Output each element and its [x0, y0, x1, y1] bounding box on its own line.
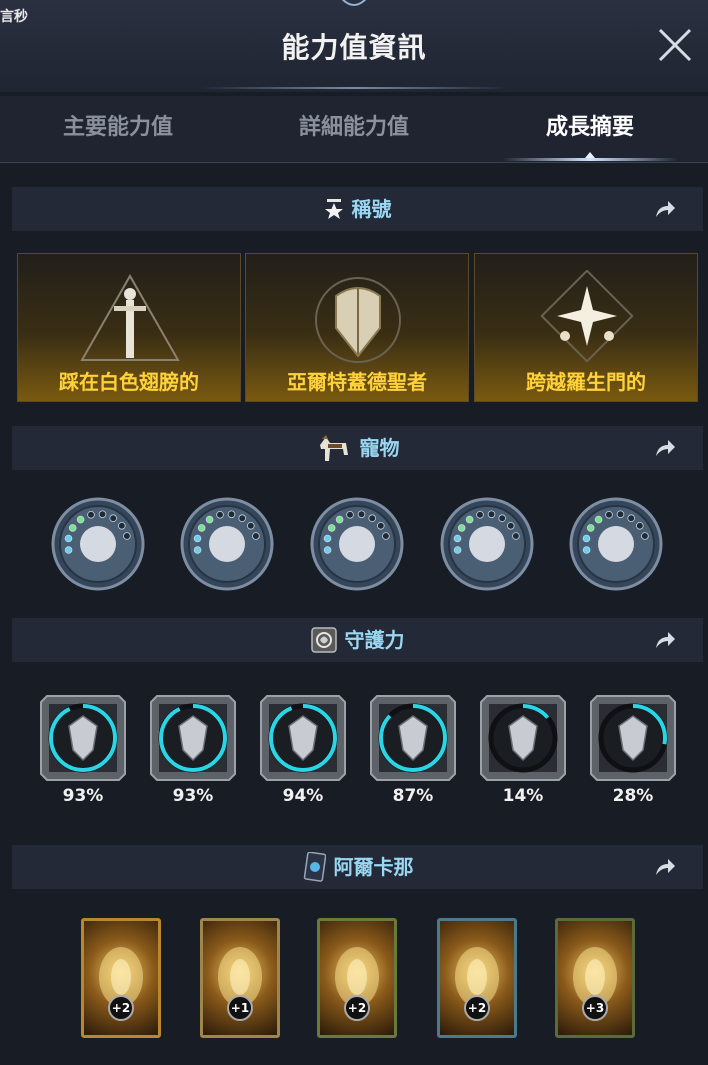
ring-card-icon[interactable]: +3: [555, 918, 635, 1038]
card-level-badge: +2: [344, 995, 370, 1021]
crest-shield-icon: [40, 695, 126, 781]
pet-slot[interactable]: [569, 497, 663, 591]
section-title: 寵物: [359, 436, 400, 460]
corner-label: 言秒: [0, 9, 28, 25]
mask-emblem-icon: [51, 497, 145, 591]
tab-detailed-stats[interactable]: 詳細能力值: [236, 96, 472, 160]
guardian-emblem-icon: [310, 626, 337, 653]
title-name: 亞爾特蓋德聖者: [287, 370, 427, 394]
title-card[interactable]: 亞爾特蓋德聖者: [245, 253, 469, 402]
scroll-card-icon[interactable]: +1: [200, 918, 280, 1038]
winged-blade-icon: [150, 695, 236, 781]
pet-slot[interactable]: [51, 497, 145, 591]
bell-card-icon[interactable]: +2: [437, 918, 517, 1038]
arcana-card-icon: [303, 851, 326, 882]
tab-label: 主要能力值: [62, 115, 173, 140]
tab-bar: 主要能力值 詳細能力值 成長摘要: [0, 96, 708, 163]
header-divider: [200, 87, 508, 89]
tab-label: 成長摘要: [545, 115, 634, 140]
section-header-guardian: 守護力: [12, 618, 703, 662]
flower-emblem-icon: [569, 497, 663, 591]
card-level-badge: +3: [582, 995, 608, 1021]
guardian-percent: 93%: [172, 786, 214, 806]
title-name: 踩在白色翅膀的: [59, 370, 199, 394]
window-header: 言秒 能力值資訊: [0, 0, 708, 92]
spiral-emblem-icon: [440, 497, 534, 591]
title-name: 跨越羅生門的: [526, 370, 646, 394]
hourglass-crest-icon: [260, 695, 346, 781]
title-card[interactable]: 踩在白色翅膀的: [17, 253, 241, 402]
card-level-badge: +2: [464, 995, 490, 1021]
guardian-slot[interactable]: [147, 692, 239, 784]
guardian-slot[interactable]: [257, 692, 349, 784]
guardian-percent: 87%: [392, 786, 434, 806]
section-header-titles: 稱號: [12, 187, 703, 231]
title-card[interactable]: 跨越羅生門的: [474, 253, 698, 402]
four-star-icon: [540, 270, 634, 363]
card-level-badge: +1: [227, 995, 253, 1021]
wolf-emblem-icon: [180, 497, 274, 591]
share-arrow-icon[interactable]: [653, 628, 677, 652]
section-title: 阿爾卡那: [333, 855, 414, 879]
shield-crest-icon: [315, 277, 401, 363]
guardian-slot[interactable]: [477, 692, 569, 784]
section-header-pets: 寵物: [12, 426, 703, 470]
guardian-percent: 14%: [502, 786, 544, 806]
guardian-slot[interactable]: [367, 692, 459, 784]
guardian-percent: 28%: [612, 786, 654, 806]
share-arrow-icon[interactable]: [653, 855, 677, 879]
section-title: 守護力: [344, 628, 405, 652]
active-tab-indicator: [502, 158, 678, 161]
tab-label: 詳細能力值: [298, 115, 409, 140]
sword-triangle-icon: [80, 273, 180, 361]
share-arrow-icon[interactable]: [653, 436, 677, 460]
star-badge-icon: [324, 198, 343, 219]
chalice-card-icon[interactable]: +2: [81, 918, 161, 1038]
section-header-arcana: 阿爾卡那: [12, 845, 703, 889]
card-level-badge: +2: [108, 995, 134, 1021]
share-arrow-icon[interactable]: [653, 197, 677, 221]
star-crest-icon: [480, 695, 566, 781]
guardian-percent: 93%: [62, 786, 104, 806]
guardian-slot[interactable]: [37, 692, 129, 784]
butterfly-crest-icon: [370, 695, 456, 781]
pet-slot[interactable]: [310, 497, 404, 591]
header-ornament-icon: [341, 0, 367, 6]
section-title: 稱號: [351, 197, 392, 221]
tab-main-stats[interactable]: 主要能力值: [0, 96, 236, 160]
page-title: 能力值資訊: [281, 31, 427, 64]
pet-slot[interactable]: [180, 497, 274, 591]
golden-tree-card-icon[interactable]: +2: [317, 918, 397, 1038]
active-tab-caret: [585, 152, 595, 158]
pet-slot[interactable]: [440, 497, 534, 591]
close-icon[interactable]: [656, 26, 694, 64]
guardian-slot[interactable]: [587, 692, 679, 784]
guardian-percent: 94%: [282, 786, 324, 806]
tab-growth-summary[interactable]: 成長摘要: [472, 96, 708, 161]
horse-icon: [319, 434, 348, 461]
lotus-emblem-icon: [310, 497, 404, 591]
scales-crest-icon: [590, 695, 676, 781]
